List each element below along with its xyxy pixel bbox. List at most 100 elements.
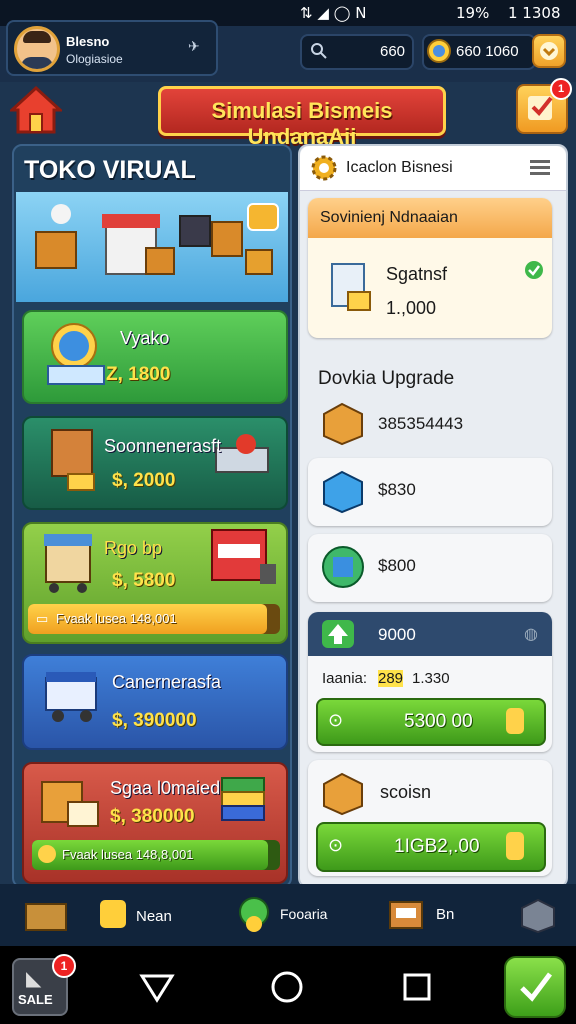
nav-item-money[interactable]: Nean — [100, 900, 190, 936]
battery-text: 19% — [456, 4, 490, 22]
shop-card[interactable]: Rgo bp $, 5800 ▭ Fvaak lusea 148,001 — [22, 522, 288, 644]
shop-card[interactable]: Vyako Z, 1800 — [22, 310, 288, 404]
nav-label: Bn — [436, 906, 455, 923]
sale-badge: 1 — [52, 954, 76, 978]
register-icon — [389, 901, 423, 929]
featured-item-value: 1.,000 — [386, 298, 437, 318]
document-icon: ▭ — [36, 611, 49, 626]
featured-business-card[interactable]: Sovinienj Ndnaaian Sgatnsf 1.,000 — [308, 198, 552, 338]
laptop-icon — [47, 323, 105, 385]
search-icon — [311, 43, 327, 59]
kiosk-icon — [44, 534, 92, 593]
coin-icon — [506, 708, 524, 734]
shop-name: Vyako — [120, 328, 170, 348]
buy-button[interactable]: ⊙ 1IGB2,.00 — [316, 822, 546, 872]
shop-hero-banner — [16, 192, 288, 302]
cube-icon — [323, 470, 363, 514]
upgrade-value: $830 — [378, 480, 416, 499]
person-icon: ⊙ — [328, 835, 344, 855]
crate-icon — [322, 546, 364, 588]
income-progress-bar: Fvaak lusea 148,8,001 — [32, 840, 280, 870]
money-icon — [100, 900, 126, 928]
shop-price: $, 390000 — [112, 710, 197, 731]
panel-header-title: Icaclon Bisnesi — [346, 159, 453, 176]
panel-title: TOKO VIRUAL — [24, 156, 196, 184]
buy-upgrade-button[interactable]: ⊙ 5300 00 — [316, 698, 546, 746]
profile-card[interactable]: Blesno Ologiasioe ✈ — [6, 20, 218, 76]
nav-label: Nean — [136, 908, 172, 925]
map-icon — [25, 903, 67, 931]
shop-price: $, 5800 — [112, 570, 176, 591]
upgrade-value: $800 — [378, 556, 416, 575]
nav-item-register[interactable]: Bn — [388, 898, 468, 938]
game-title: Simulasi Bismeis UndanaAii — [211, 98, 393, 149]
coin-icon — [506, 832, 524, 860]
player-subtitle: Ologiasioe — [66, 52, 123, 66]
home-button[interactable] — [8, 84, 64, 136]
pin-icon[interactable]: ✈ — [188, 38, 206, 56]
progress-label: Fvaak lusea 148,8,001 — [62, 847, 194, 862]
book-icon — [51, 429, 95, 491]
confirm-button[interactable] — [504, 956, 566, 1018]
shop-price: $, 2000 — [112, 470, 176, 491]
menu-button[interactable] — [532, 34, 566, 68]
sale-label: SALE — [18, 992, 53, 1007]
income-progress-bar: ▭ Fvaak lusea 148,001 — [28, 604, 280, 634]
status-icons: ⇅ ◢ ◯ N — [300, 4, 367, 22]
nav-item-package[interactable] — [518, 896, 562, 936]
upgrade-detail-value: 1.330 — [412, 670, 450, 687]
hamburger-menu-icon[interactable] — [530, 160, 550, 176]
player-name: Blesno — [66, 34, 110, 49]
shop-name: Sgaa l0maied — [110, 778, 221, 798]
chevron-down-icon — [540, 42, 558, 60]
android-nav-bar: ◣ SALE 1 — [0, 946, 576, 1024]
business-panel: Icaclon Bisnesi Sovinienj Ndnaaian Sgatn… — [298, 144, 568, 888]
upgrade-row[interactable]: 385354443 — [308, 384, 552, 454]
buy-upgrade-label: 5300 00 — [404, 711, 473, 732]
person-icon: ⊙ — [328, 710, 344, 730]
business-card: scoisn ⊙ 1IGB2,.00 — [308, 760, 552, 876]
virtual-shop-panel: TOKO VIRUAL Vyako Z, 1800 Soonnenerasft … — [12, 144, 292, 888]
coin-icon — [38, 845, 56, 863]
upgrade-level: 9000 — [378, 625, 416, 644]
box-icon — [323, 772, 363, 816]
nav-item-map[interactable] — [22, 898, 74, 938]
shop-name: Soonnenerasft — [104, 436, 222, 456]
recents-icon[interactable] — [402, 972, 432, 1002]
shop-card[interactable]: Canernerasfa $, 390000 — [22, 654, 288, 750]
upgrade-detail-label: Iaania: — [322, 670, 368, 687]
coin-counter[interactable]: 660 1060 — [422, 34, 536, 70]
clock: 1 1308 — [508, 4, 561, 22]
info-icon[interactable]: ◍ — [524, 624, 538, 644]
shop-name: Rgo bp — [104, 538, 163, 558]
featured-header: Sovinienj Ndnaaian — [308, 198, 552, 238]
shop-card[interactable]: Soonnenerasft $, 2000 — [22, 416, 288, 510]
featured-item-name: Sgatnsf — [386, 264, 448, 284]
home-icon — [8, 85, 64, 134]
bottom-nav: Nean Fooaria Bn — [0, 884, 576, 946]
avatar[interactable] — [14, 26, 60, 72]
progress-label: Fvaak lusea 148,001 — [56, 611, 177, 626]
upgrade-row[interactable]: $800 — [308, 534, 552, 602]
search-counter[interactable]: 660 — [300, 34, 414, 70]
document-icon — [331, 263, 371, 311]
gear-icon — [311, 155, 337, 181]
back-icon[interactable] — [138, 972, 176, 1004]
upgrade-row[interactable]: $830 — [308, 458, 552, 526]
truck-icon — [45, 672, 97, 722]
character-icon — [239, 897, 269, 932]
nav-item-character[interactable]: Fooaria — [236, 894, 336, 938]
home-circle-icon[interactable] — [270, 970, 304, 1004]
buy-label: 1IGB2,.00 — [394, 836, 480, 857]
notification-badge: 1 — [550, 78, 572, 100]
shop-price: Z, 1800 — [106, 364, 171, 385]
upgrade-value: 385354443 — [378, 414, 464, 433]
checkmark-icon — [528, 96, 553, 120]
shop-card[interactable]: Sgaa l0maied $, 380000 Fvaak lusea 148,8… — [22, 762, 288, 884]
goods-stack-icon — [221, 777, 265, 821]
panel-header: Icaclon Bisnesi — [300, 146, 566, 191]
check-circle-icon — [525, 261, 543, 279]
store-icon — [211, 529, 276, 584]
parcel-icon — [41, 781, 99, 827]
tag-icon: ◣ — [26, 968, 42, 990]
